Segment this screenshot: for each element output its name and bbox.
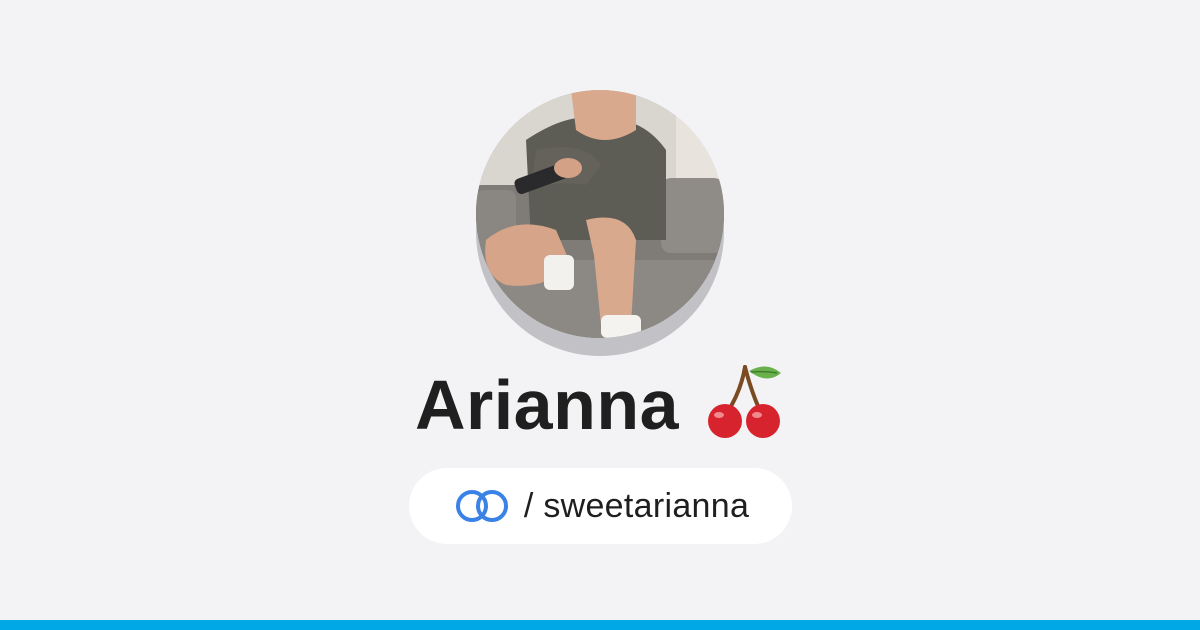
- display-name: Arianna: [414, 366, 680, 444]
- cherries-icon: [708, 365, 782, 438]
- avatar-photo: [476, 90, 724, 338]
- profile-link-pill[interactable]: / sweetarianna: [409, 468, 792, 544]
- bottom-accent-bar: [0, 620, 1200, 630]
- profile-handle: / sweetarianna: [523, 486, 750, 525]
- name-row: Arianna: [0, 360, 1200, 450]
- chain-link-icon: [455, 490, 508, 522]
- profile-card: Arianna / sweetarianna: [0, 0, 1200, 630]
- avatar[interactable]: [476, 90, 724, 338]
